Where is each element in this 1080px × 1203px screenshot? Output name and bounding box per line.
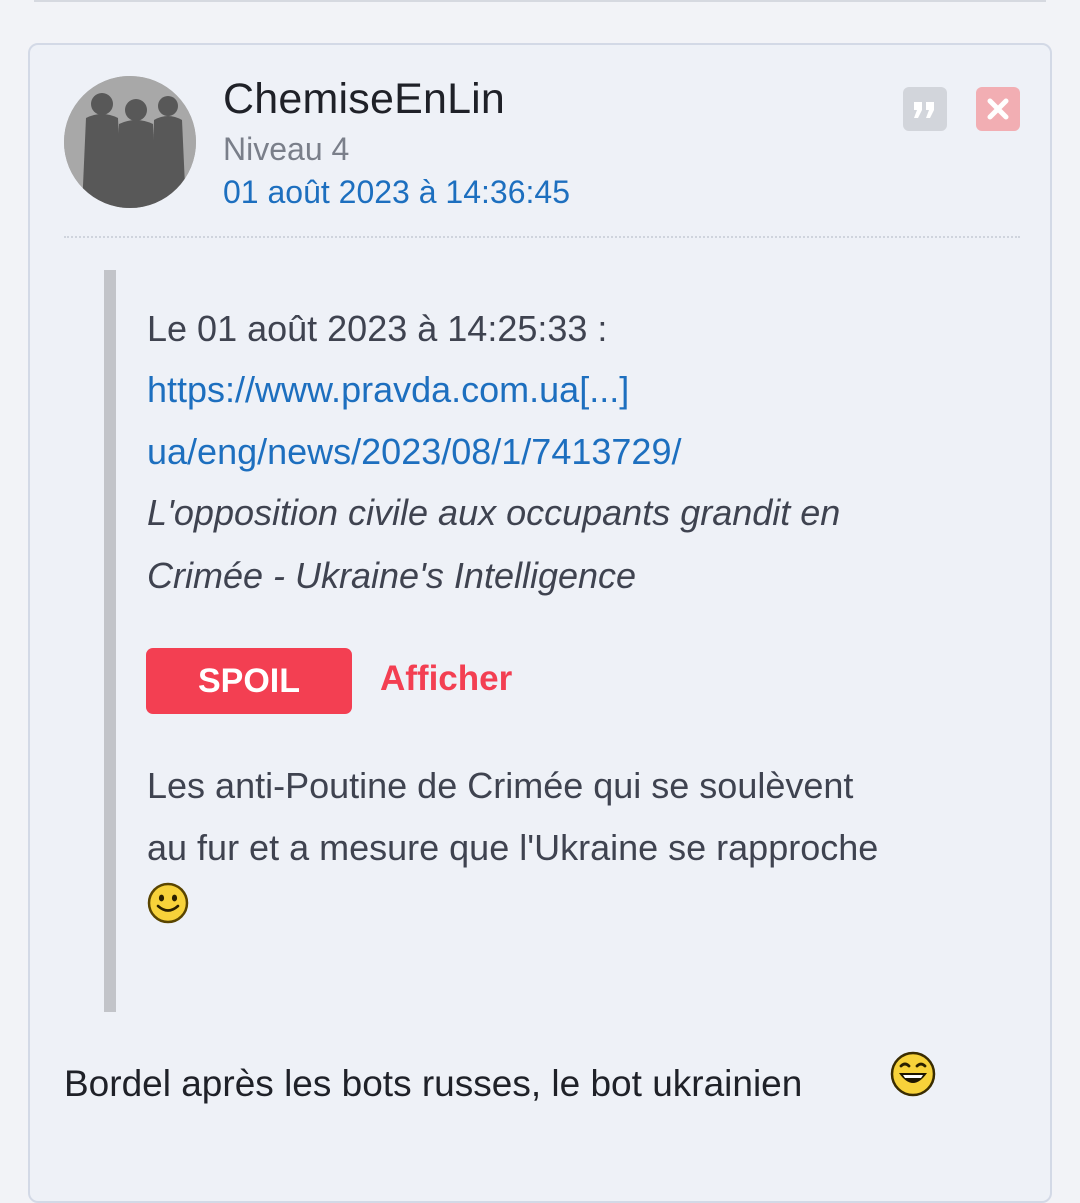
author-name[interactable]: ChemiseEnLin bbox=[223, 75, 505, 124]
quote-header: Le 01 août 2023 à 14:25:33 : bbox=[147, 308, 608, 349]
quote-title-line-1: L'opposition civile aux occupants grandi… bbox=[147, 492, 841, 533]
author-level: Niveau 4 bbox=[223, 131, 350, 167]
avatar-silhouettes bbox=[64, 76, 196, 208]
quote-body-line-1: Les anti-Poutine de Crimée qui se soulèv… bbox=[147, 765, 854, 806]
quote-icon bbox=[914, 102, 934, 118]
spoil-show-button[interactable]: Afficher bbox=[380, 659, 512, 699]
quote-body-line-2: au fur et a mesure que l'Ukraine se rapp… bbox=[147, 827, 879, 868]
forum-post: ChemiseEnLin Niveau 4 01 août 2023 à 14:… bbox=[28, 43, 1052, 1203]
quote-button[interactable] bbox=[903, 87, 947, 131]
smile-smiley-icon bbox=[147, 882, 189, 924]
post-message: Bordel après les bots russes, le bot ukr… bbox=[64, 1063, 803, 1104]
delete-button[interactable] bbox=[976, 87, 1020, 131]
quote-link-line-2[interactable]: ua/eng/news/2023/08/1/7413729/ bbox=[147, 431, 681, 473]
quote-block: Le 01 août 2023 à 14:25:33 : https://www… bbox=[104, 270, 996, 1012]
quote-link-line-1[interactable]: https://www.pravda.com.ua[...] bbox=[147, 369, 629, 411]
avatar[interactable] bbox=[64, 76, 196, 208]
spoil-badge: SPOIL bbox=[146, 648, 352, 714]
top-divider bbox=[34, 0, 1046, 2]
laugh-smiley-icon bbox=[890, 1051, 936, 1097]
header-divider bbox=[64, 236, 1020, 238]
post-date-link[interactable]: 01 août 2023 à 14:36:45 bbox=[223, 174, 570, 211]
close-icon bbox=[987, 98, 1009, 120]
quote-title-line-2: Crimée - Ukraine's Intelligence bbox=[147, 555, 637, 596]
